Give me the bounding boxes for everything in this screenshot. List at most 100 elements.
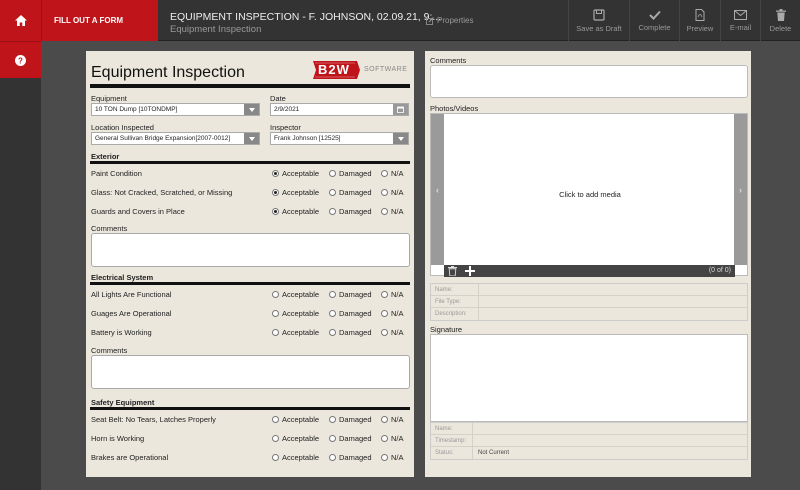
radio-button[interactable] bbox=[329, 454, 336, 461]
radio-label: Acceptable bbox=[282, 309, 320, 318]
radio-option-damaged[interactable]: Damaged bbox=[329, 188, 372, 197]
home-button[interactable] bbox=[0, 0, 41, 41]
radio-button[interactable] bbox=[272, 208, 279, 215]
radio-button[interactable] bbox=[272, 170, 279, 177]
radio-button[interactable] bbox=[329, 208, 336, 215]
section-comments-input[interactable] bbox=[91, 233, 410, 267]
preview-button[interactable]: Preview bbox=[679, 0, 720, 41]
radio-option-damaged[interactable]: Damaged bbox=[329, 328, 372, 337]
title-divider bbox=[90, 84, 410, 88]
radio-option-na[interactable]: N/A bbox=[381, 434, 404, 443]
radio-button[interactable] bbox=[272, 329, 279, 336]
complete-button[interactable]: Complete bbox=[629, 0, 679, 41]
date-input[interactable]: 2/9/2021 bbox=[270, 103, 409, 116]
radio-button[interactable] bbox=[329, 291, 336, 298]
section-divider bbox=[90, 407, 410, 410]
fill-out-form-tab[interactable]: FILL OUT A FORM bbox=[41, 0, 158, 41]
radio-option-na[interactable]: N/A bbox=[381, 415, 404, 424]
media-filetype-label: File Type: bbox=[431, 296, 479, 307]
question-label: Horn is Working bbox=[91, 434, 145, 443]
calendar-icon[interactable] bbox=[393, 104, 408, 115]
pdf-icon bbox=[695, 8, 705, 21]
radio-option-na[interactable]: N/A bbox=[381, 309, 404, 318]
radio-button[interactable] bbox=[329, 435, 336, 442]
email-button[interactable]: E-mail bbox=[720, 0, 760, 41]
properties-link[interactable]: Properties bbox=[426, 16, 473, 25]
question-label: Guages Are Operational bbox=[91, 309, 172, 318]
radio-button[interactable] bbox=[381, 435, 388, 442]
signature-pad[interactable] bbox=[430, 334, 748, 422]
help-button[interactable]: ? bbox=[0, 41, 41, 78]
radio-option-acceptable[interactable]: Acceptable bbox=[272, 434, 319, 443]
radio-option-damaged[interactable]: Damaged bbox=[329, 169, 372, 178]
radio-option-damaged[interactable]: Damaged bbox=[329, 434, 372, 443]
radio-option-damaged[interactable]: Damaged bbox=[329, 290, 372, 299]
inspector-select[interactable]: Frank Johnson [12525] bbox=[270, 132, 409, 145]
radio-option-acceptable[interactable]: Acceptable bbox=[272, 188, 319, 197]
radio-button[interactable] bbox=[381, 416, 388, 423]
radio-option-na[interactable]: N/A bbox=[381, 188, 404, 197]
equipment-value: 10 TON Dump [10TONDMP] bbox=[95, 106, 178, 113]
section-comments-input[interactable] bbox=[91, 355, 410, 389]
radio-option-acceptable[interactable]: Acceptable bbox=[272, 309, 319, 318]
question-label: Battery is Working bbox=[91, 328, 152, 337]
general-comments-input[interactable] bbox=[430, 65, 748, 98]
radio-button[interactable] bbox=[329, 189, 336, 196]
save-draft-button[interactable]: Save as Draft bbox=[568, 0, 629, 41]
radio-button[interactable] bbox=[381, 329, 388, 336]
radio-option-na[interactable]: N/A bbox=[381, 169, 404, 178]
equipment-select[interactable]: 10 TON Dump [10TONDMP] bbox=[91, 103, 260, 116]
radio-label: N/A bbox=[391, 169, 404, 178]
media-count: (0 of 0) bbox=[708, 267, 731, 274]
radio-option-acceptable[interactable]: Acceptable bbox=[272, 415, 319, 424]
radio-button[interactable] bbox=[381, 189, 388, 196]
radio-option-acceptable[interactable]: Acceptable bbox=[272, 290, 319, 299]
radio-button[interactable] bbox=[381, 454, 388, 461]
add-media-prompt[interactable]: Click to add media bbox=[431, 190, 749, 199]
plus-icon[interactable] bbox=[465, 266, 475, 278]
radio-label: Acceptable bbox=[282, 415, 320, 424]
radio-button[interactable] bbox=[272, 291, 279, 298]
radio-option-damaged[interactable]: Damaged bbox=[329, 415, 372, 424]
radio-button[interactable] bbox=[381, 208, 388, 215]
media-toolbar: (0 of 0) bbox=[444, 265, 735, 277]
radio-button[interactable] bbox=[381, 291, 388, 298]
properties-label: Properties bbox=[437, 16, 474, 25]
radio-button[interactable] bbox=[329, 310, 336, 317]
radio-option-na[interactable]: N/A bbox=[381, 207, 404, 216]
radio-option-na[interactable]: N/A bbox=[381, 453, 404, 462]
radio-option-damaged[interactable]: Damaged bbox=[329, 453, 372, 462]
radio-button[interactable] bbox=[272, 416, 279, 423]
trash-icon bbox=[775, 8, 786, 21]
media-viewer[interactable]: ‹ › Click to add media (0 of 0) bbox=[430, 113, 749, 277]
delete-button[interactable]: Delete bbox=[760, 0, 800, 41]
radio-option-na[interactable]: N/A bbox=[381, 328, 404, 337]
radio-option-acceptable[interactable]: Acceptable bbox=[272, 207, 319, 216]
radio-button[interactable] bbox=[272, 435, 279, 442]
radio-button[interactable] bbox=[329, 416, 336, 423]
radio-option-acceptable[interactable]: Acceptable bbox=[272, 169, 319, 178]
trash-icon[interactable] bbox=[448, 266, 457, 278]
radio-option-damaged[interactable]: Damaged bbox=[329, 309, 372, 318]
radio-option-damaged[interactable]: Damaged bbox=[329, 207, 372, 216]
form-type-subtitle: Equipment Inspection bbox=[170, 24, 262, 35]
radio-button[interactable] bbox=[272, 189, 279, 196]
radio-label: Acceptable bbox=[282, 169, 320, 178]
radio-button[interactable] bbox=[381, 310, 388, 317]
radio-button[interactable] bbox=[329, 329, 336, 336]
radio-label: Acceptable bbox=[282, 328, 320, 337]
radio-option-acceptable[interactable]: Acceptable bbox=[272, 453, 319, 462]
date-label: Date bbox=[270, 94, 286, 103]
location-select[interactable]: General Sullivan Bridge Expansion[2007-0… bbox=[91, 132, 260, 145]
radio-label: Damaged bbox=[339, 309, 372, 318]
radio-button[interactable] bbox=[272, 310, 279, 317]
radio-option-na[interactable]: N/A bbox=[381, 290, 404, 299]
svg-text:?: ? bbox=[18, 56, 23, 65]
media-meta-table: Name: File Type: Description: bbox=[430, 283, 748, 321]
radio-button[interactable] bbox=[329, 170, 336, 177]
checkmark-icon bbox=[648, 10, 661, 20]
radio-button[interactable] bbox=[381, 170, 388, 177]
radio-button[interactable] bbox=[272, 454, 279, 461]
radio-option-acceptable[interactable]: Acceptable bbox=[272, 328, 319, 337]
equipment-label: Equipment bbox=[91, 94, 127, 103]
